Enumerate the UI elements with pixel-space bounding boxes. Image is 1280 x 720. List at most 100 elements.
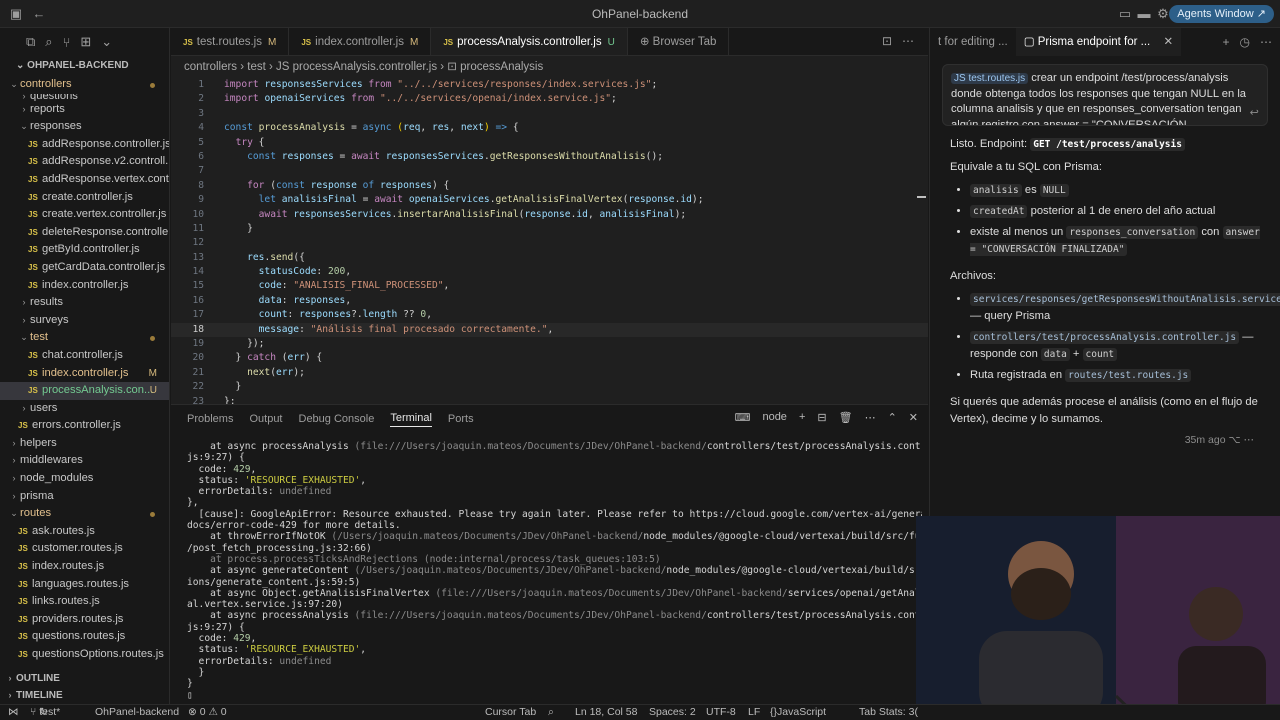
encoding[interactable]: UTF-8 [706,705,736,720]
file-link[interactable]: controllers/test/processAnalysis.control… [970,331,1240,344]
tree-file[interactable]: JS index.routes.js [0,558,169,576]
close-panel-icon[interactable]: ✕ [909,411,918,424]
chevron-down-icon: ⌄ [10,508,18,519]
tree-file[interactable]: JS customer.routes.js [0,540,169,558]
tree-file[interactable]: JS addResponse.controller.js [0,136,169,154]
tree-file[interactable]: JS providers.routes.js [0,611,169,629]
chat-bubble-icon[interactable]: ▬ [1136,6,1152,22]
outline-section[interactable]: › OUTLINE [0,670,169,687]
code-token: ); [293,366,305,378]
panel-tab-problems[interactable]: Problems [187,413,233,425]
copy-files-icon[interactable]: ⧉ [26,34,35,50]
tree-file[interactable]: JS errors.controller.js [0,417,169,435]
editor-tab[interactable]: JS index.controller.js M [289,28,432,55]
close-icon[interactable]: ✕ [1163,36,1173,48]
line-number: 13 [192,251,204,263]
code-line: 2 import openaiServices from "../../servi… [171,92,928,106]
tree-folder[interactable]: › helpers [0,435,169,453]
remote-icon[interactable]: ⋈ [8,705,19,720]
file-link[interactable]: services/responses/getResponsesWithoutAn… [970,293,1280,306]
split-editor-icon[interactable]: ⊡ [882,34,892,48]
tree-file[interactable]: JS index.controller.js M [0,365,169,383]
tree-folder[interactable]: › surveys [0,312,169,330]
timeline-section[interactable]: › TIMELINE [0,687,169,704]
tree-file[interactable]: JS ask.routes.js [0,523,169,541]
file-chip[interactable]: JS test.routes.js [951,73,1029,84]
new-terminal-icon[interactable]: + [799,411,805,424]
panel-tab-debug-console[interactable]: Debug Console [299,413,375,425]
branch-indicator[interactable]: ⑂ test* ↻ [30,705,60,720]
more-actions-icon[interactable]: ⋯ [902,34,914,48]
file-link[interactable]: routes/test.routes.js [1065,369,1192,382]
history-icon[interactable]: ◷ [1240,35,1250,49]
agents-window-button[interactable]: Agents Window ↗ [1169,5,1274,23]
extensions-icon[interactable]: ⊞ [80,34,91,50]
shell-name[interactable]: node [762,411,786,424]
tree-file[interactable]: JS questions.routes.js [0,628,169,646]
editor-tab[interactable]: JS processAnalysis.controller.js U [431,28,628,55]
editor-tab[interactable]: JS test.routes.js M [171,28,290,55]
language-mode[interactable]: {} JavaScript [770,705,826,720]
tree-file[interactable]: JS languages.routes.js [0,576,169,594]
panel-tab-ports[interactable]: Ports [448,413,474,425]
tree-folder[interactable]: ⌄ test [0,329,169,347]
terminal-line: docs/error-code-429 for more details. [187,520,922,531]
chat-tab-prisma[interactable]: ▢ Prisma endpoint for ... ✕ [1015,28,1182,56]
trash-icon[interactable]: 🗑 [839,411,853,424]
terminal-token: undefined [279,655,332,667]
tree-folder[interactable]: › users [0,400,169,418]
code-editor[interactable]: 1 import responsesServices from "../../se… [171,78,928,404]
new-chat-icon[interactable]: + [1223,35,1230,49]
chat-tab-editing[interactable]: t for editing ... [930,28,1016,56]
tree-file[interactable]: JS getById.controller.js [0,241,169,259]
cursor-tab-status[interactable]: Cursor Tab [485,705,536,720]
line-ending[interactable]: LF [748,705,760,720]
line-number: 22 [192,381,204,393]
source-control-icon[interactable]: ⑂ [63,35,71,50]
more-icon[interactable]: ⋯ [865,411,876,424]
tree-folder[interactable]: › results [0,294,169,312]
problems-indicator[interactable]: ⊗ 0 ⚠ 0 [188,705,227,720]
search-icon[interactable]: ⌕ [45,34,52,50]
tree-file[interactable]: JS create.controller.js [0,189,169,207]
user-prompt[interactable]: JS test.routes.js crear un endpoint /tes… [942,64,1268,126]
tree-folder[interactable]: ⌄ controllers [0,76,169,94]
tree-folder[interactable]: ⌄ responses [0,118,169,136]
panel-tab-output[interactable]: Output [249,413,282,425]
tree-file[interactable]: JS index.controller.js [0,277,169,295]
undo-icon[interactable]: ↩ [1250,106,1259,122]
tree-folder[interactable]: › reports [0,101,169,119]
tab-label: Browser Tab [652,36,717,48]
tree-folder[interactable]: ⌄ routes [0,505,169,523]
layout-panel-icon[interactable]: ▭ [1117,6,1133,22]
tree-file[interactable]: JS getCardData.controller.js [0,259,169,277]
cursor-position[interactable]: Ln 18, Col 58 [575,705,637,720]
breadcrumb[interactable]: controllers › test › JS processAnalysis.… [171,56,928,78]
tree-file[interactable]: JS processAnalysis.con... U [0,382,169,400]
terminal-output[interactable]: at async processAnalysis (file:///Users/… [187,441,922,704]
tree-file[interactable]: JS chat.controller.js [0,347,169,365]
code-token: analisisFinal [281,194,357,206]
tree-file[interactable]: JS addResponse.v2.controll... [0,153,169,171]
project-name[interactable]: OhPanel-backend [95,705,179,720]
sidebar-bottom-sections: › OUTLINE › TIMELINE [0,670,169,704]
tree-folder[interactable]: › prisma [0,488,169,506]
indentation[interactable]: Spaces: 2 [649,705,696,720]
search-icon[interactable]: ⌕ [548,705,554,720]
tree-file[interactable]: JS links.routes.js [0,593,169,611]
tab-stats[interactable]: Tab Stats: 3( [859,705,918,720]
tree-file[interactable]: JS create.vertex.controller.js [0,206,169,224]
split-terminal-icon[interactable]: ⊟ [817,411,826,424]
explorer-header[interactable]: ⌄ OHPANEL-BACKEND [0,56,169,76]
panel-tab-terminal[interactable]: Terminal [390,412,432,427]
tree-folder[interactable]: › questions [0,94,169,101]
maximize-panel-icon[interactable]: ⌃ [888,411,897,424]
tree-folder[interactable]: › middlewares [0,452,169,470]
tree-file[interactable]: JS addResponse.vertex.cont... [0,171,169,189]
more-options-icon[interactable]: ⋯ [1260,35,1272,49]
editor-tab[interactable]: ⊕ Browser Tab [628,28,730,55]
chevron-down-icon[interactable]: ⌄ [101,34,112,50]
tree-file[interactable]: JS questionsOptions.routes.js [0,646,169,664]
tree-file[interactable]: JS deleteResponse.controlle... [0,224,169,242]
tree-folder[interactable]: › node_modules [0,470,169,488]
